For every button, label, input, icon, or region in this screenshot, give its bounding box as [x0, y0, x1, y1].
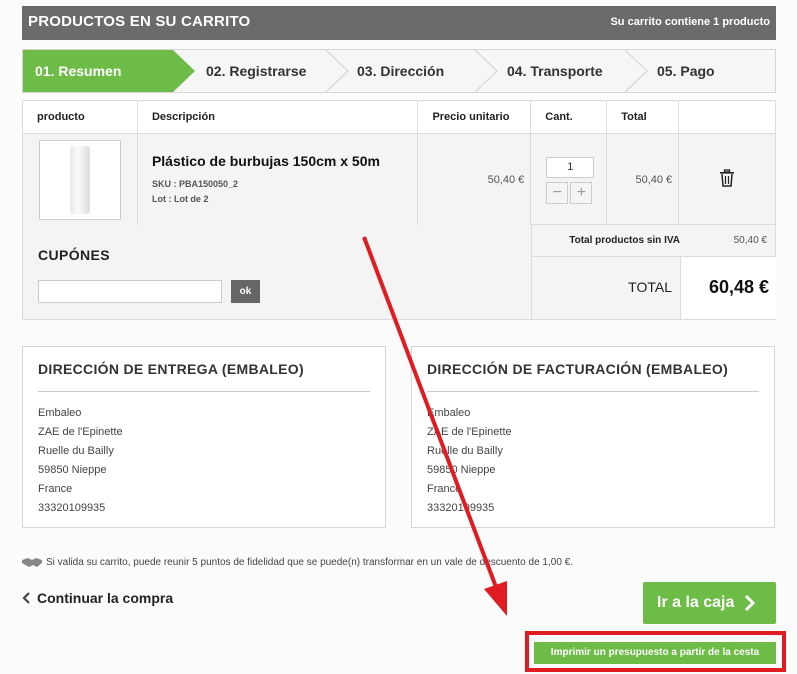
step-label: 02. Registrarse	[206, 63, 307, 79]
line-total: 50,40 €	[606, 133, 680, 227]
step-address[interactable]: 03. Dirección	[357, 50, 477, 92]
product-sku: SKU : PBA150050_2	[151, 179, 238, 189]
page-title: PRODUCTOS EN SU CARRITO	[28, 13, 251, 30]
address-line: Ruelle du Bailly	[38, 445, 114, 457]
coupon-ok-button[interactable]: ok	[231, 280, 260, 303]
cart-count-info: Su carrito contiene 1 producto	[610, 16, 770, 28]
address-line: 33320109935	[38, 502, 106, 514]
delivery-address-box: DIRECCIÓN DE ENTREGA (EMBALEO) Embaleo Z…	[22, 346, 386, 528]
address-line: Embaleo	[38, 407, 82, 419]
chevron-left-icon	[22, 592, 30, 604]
step-label: 03. Dirección	[357, 63, 445, 79]
step-separator	[475, 50, 498, 92]
checkout-label: Ir a la caja	[657, 594, 735, 611]
address-line: ZAE de l'Epinette	[38, 426, 123, 438]
table-row: Plástico de burbujas 150cm x 50m SKU : P…	[22, 133, 776, 227]
product-meta: SKU : PBA150050_2 Lot : Lot de 2	[152, 177, 417, 207]
column-header: producto	[22, 100, 138, 134]
print-quote-button[interactable]: Imprimir un presupuesto a partir de la c…	[534, 642, 776, 664]
divider	[427, 391, 759, 392]
quantity-decrease-button[interactable]: −	[546, 181, 569, 204]
address-line: Embaleo	[427, 407, 471, 419]
checkout-steps: 01. Resumen 02. Registrarse 03. Direcció…	[22, 49, 776, 93]
step-shipping[interactable]: 04. Transporte	[507, 50, 627, 92]
product-lot: Lot : Lot de 2	[151, 194, 209, 204]
step-separator	[173, 50, 195, 92]
quantity-input[interactable]: 1	[546, 156, 595, 178]
column-header-empty	[678, 100, 776, 134]
chevron-right-icon	[745, 594, 756, 612]
total-value: 60,48 €	[708, 277, 769, 297]
billing-address-lines: Embaleo ZAE de l'Epinette Ruelle du Bail…	[427, 404, 512, 518]
subtotal-label: Total productos sin IVA	[569, 235, 680, 246]
column-header: Precio unitario	[417, 100, 532, 134]
address-line: Ruelle du Bailly	[427, 445, 503, 457]
product-description-cell: Plástico de burbujas 150cm x 50m SKU : P…	[136, 133, 419, 227]
delivery-address-title: DIRECCIÓN DE ENTREGA (EMBALEO)	[38, 361, 304, 377]
step-payment[interactable]: 05. Pago	[657, 50, 767, 92]
step-separator	[625, 50, 648, 92]
coupons-title: CUPÓNES	[38, 247, 111, 263]
product-image-cell	[22, 133, 138, 227]
unit-price: 50,40 €	[417, 133, 532, 227]
product-name[interactable]: Plástico de burbujas 150cm x 50m	[152, 153, 417, 169]
quantity-stepper: − +	[546, 181, 606, 204]
billing-address-title: DIRECCIÓN DE FACTURACIÓN (EMBALEO)	[427, 361, 729, 377]
step-label: 05. Pago	[657, 63, 715, 79]
address-line: 59850 Nieppe	[427, 464, 496, 476]
coupons-totals-section: CUPÓNES ok Total productos sin IVA 50,40…	[22, 224, 777, 320]
continue-shopping-link[interactable]: Continuar la compra	[22, 590, 173, 606]
billing-address-box: DIRECCIÓN DE FACTURACIÓN (EMBALEO) Embal…	[411, 346, 775, 528]
address-line: 59850 Nieppe	[38, 464, 107, 476]
continue-shopping-label: Continuar la compra	[37, 590, 174, 606]
delete-cell	[678, 133, 776, 227]
loyalty-notice: Si valida su carrito, puede reunir 5 pun…	[22, 556, 573, 568]
column-header: Descripción	[136, 100, 419, 134]
quantity-increase-button[interactable]: +	[570, 181, 593, 204]
product-image[interactable]	[39, 140, 121, 220]
table-header-row: producto Descripción Precio unitario Can…	[22, 100, 776, 134]
subtotal-row: Total productos sin IVA 50,40 €	[531, 224, 776, 257]
cart-table: producto Descripción Precio unitario Can…	[22, 100, 776, 227]
totals-box: Total productos sin IVA 50,40 € TOTAL 60…	[531, 224, 777, 320]
total-value-box: 60,48 €	[680, 257, 777, 319]
delivery-address-lines: Embaleo ZAE de l'Epinette Ruelle du Bail…	[38, 404, 123, 518]
address-line: France	[38, 483, 73, 495]
quantity-cell: 1 − +	[530, 133, 608, 227]
total-label: TOTAL	[628, 279, 672, 295]
address-line: France	[427, 483, 462, 495]
divider	[38, 391, 370, 392]
step-register[interactable]: 02. Registrarse	[206, 50, 326, 92]
step-summary[interactable]: 01. Resumen	[23, 50, 173, 92]
address-line: ZAE de l'Epinette	[427, 426, 512, 438]
column-header: Cant.	[530, 100, 608, 134]
step-label: 01. Resumen	[35, 63, 122, 79]
trash-icon[interactable]	[719, 168, 735, 187]
coupon-input[interactable]	[38, 280, 222, 303]
handshake-icon	[22, 558, 42, 567]
cart-header: PRODUCTOS EN SU CARRITO Su carrito conti…	[22, 6, 776, 40]
subtotal-value: 50,40 €	[733, 235, 767, 246]
step-label: 04. Transporte	[507, 63, 603, 79]
total-row: TOTAL 60,48 €	[531, 257, 777, 319]
step-separator	[326, 50, 349, 92]
loyalty-text: Si valida su carrito, puede reunir 5 pun…	[46, 556, 574, 568]
address-line: 33320109935	[427, 502, 495, 514]
column-header: Total	[606, 100, 680, 134]
checkout-button[interactable]: Ir a la caja	[643, 582, 776, 624]
